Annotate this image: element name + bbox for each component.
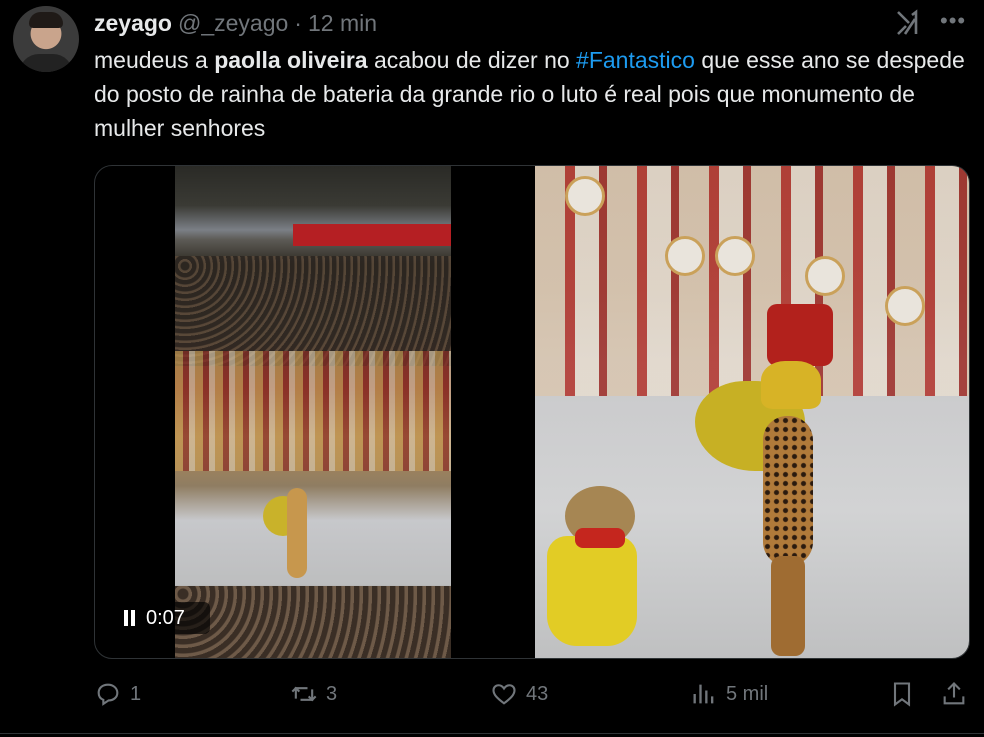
mask-red-band (575, 528, 625, 548)
views-count: 5 mil (726, 682, 769, 705)
repost-icon (291, 686, 317, 702)
share-icon (943, 682, 965, 705)
tweet-actions: 1 3 43 5 mil (0, 680, 984, 714)
drummers-image (175, 351, 451, 471)
views-chart-icon (693, 684, 714, 704)
hashtag-link[interactable]: #Fantastico (576, 47, 695, 73)
more-options-icon[interactable]: ••• (940, 8, 966, 34)
divider-line (0, 733, 984, 734)
reply-button[interactable]: 1 (94, 680, 141, 708)
views-button[interactable]: 5 mil (690, 680, 768, 708)
separator-dot: · (294, 9, 302, 36)
avatar-hair (29, 12, 63, 28)
video-frame-left (175, 166, 451, 658)
video-frame-right (535, 166, 969, 658)
avatar-shirt (19, 54, 73, 72)
dancer-figure (763, 416, 813, 566)
author-handle[interactable]: @_zeyago (178, 10, 288, 37)
grok-icon[interactable] (895, 9, 923, 37)
like-button[interactable]: 43 (490, 680, 548, 708)
tweet-header: zeyago @_zeyago · 12 min (94, 8, 377, 38)
audience-image (175, 586, 451, 658)
drum-shape (885, 286, 925, 326)
stadium-banner (293, 224, 451, 246)
drum-shape (565, 176, 605, 216)
tweet-text-part: acabou de dizer no (367, 47, 577, 73)
tweet-text: meudeus a paolla oliveira acabou de dize… (94, 43, 974, 145)
drum-shape (805, 256, 845, 296)
dancer-legs (771, 556, 805, 656)
pause-icon[interactable] (123, 610, 136, 626)
reply-icon (97, 683, 119, 706)
like-count: 43 (526, 682, 549, 705)
tweet-mention-bold: paolla oliveira (214, 47, 368, 73)
jaguar-mask (547, 536, 637, 646)
drum-shape (715, 236, 755, 276)
crowd-image (175, 256, 451, 366)
video-timestamp: 0:07 (146, 606, 185, 629)
bookmark-icon (893, 682, 911, 707)
author-name[interactable]: zeyago (94, 10, 172, 37)
tweet-time[interactable]: 12 min (308, 10, 377, 37)
repost-count: 3 (326, 682, 338, 705)
gold-headdress (761, 361, 821, 409)
dancer-image (287, 488, 307, 578)
bookmark-button[interactable] (888, 680, 916, 708)
red-shirt-figure (767, 304, 833, 366)
avatar[interactable] (13, 6, 79, 72)
reply-count: 1 (130, 682, 142, 705)
heart-icon (492, 684, 516, 705)
drum-shape (665, 236, 705, 276)
tweet-text-part: meudeus a (94, 47, 215, 73)
video-player[interactable] (94, 165, 970, 659)
repost-button[interactable]: 3 (290, 680, 337, 708)
share-button[interactable] (940, 680, 968, 708)
video-playback-control[interactable]: 0:07 (115, 602, 210, 634)
